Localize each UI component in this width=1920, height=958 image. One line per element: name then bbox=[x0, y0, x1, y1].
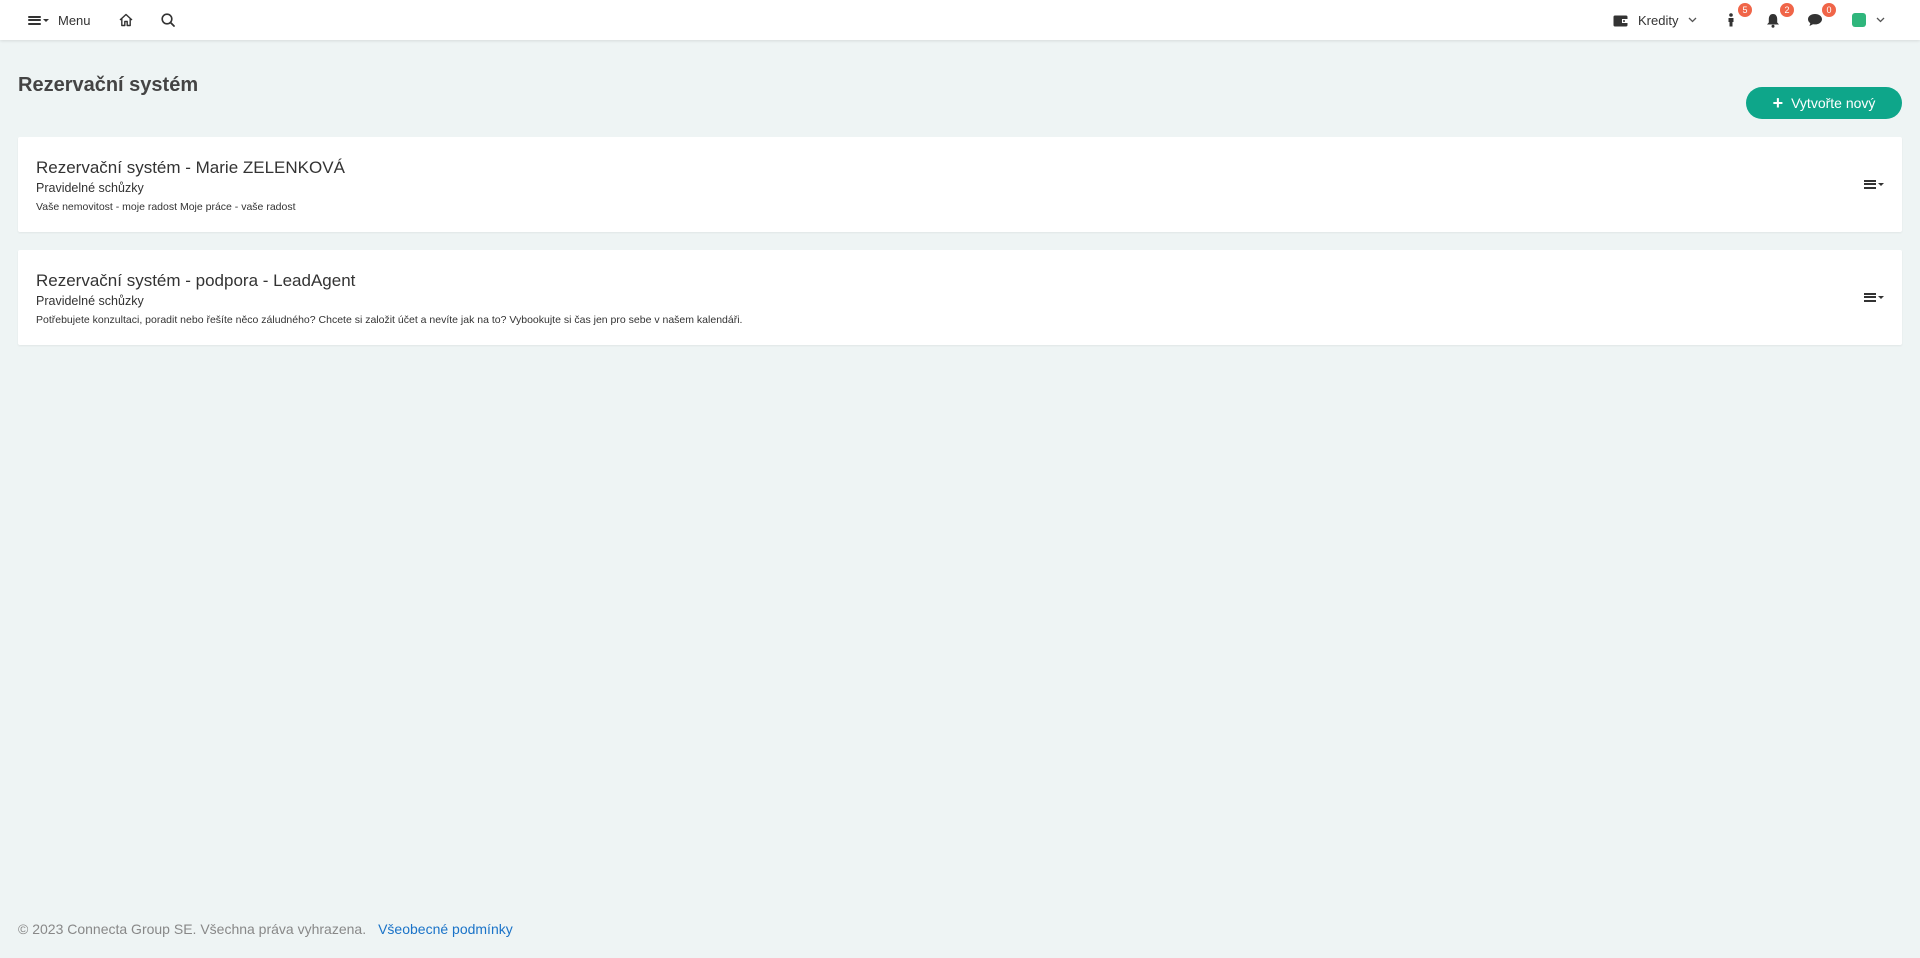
credits-label: Kredity bbox=[1638, 12, 1679, 28]
hamburger-icon bbox=[28, 15, 49, 25]
footer: © 2023 Connecta Group SE. Všechna práva … bbox=[18, 921, 513, 937]
notifications-badge: 2 bbox=[1780, 3, 1794, 17]
create-new-button[interactable]: + Vytvořte nový bbox=[1746, 87, 1902, 119]
credits-dropdown[interactable]: Kredity bbox=[1613, 10, 1697, 30]
list-menu-icon bbox=[1864, 292, 1876, 302]
bell-icon bbox=[1767, 13, 1779, 28]
page-title: Rezervační systém bbox=[18, 74, 199, 96]
messages-button[interactable]: 0 bbox=[1804, 3, 1836, 31]
chat-icon bbox=[1808, 14, 1822, 26]
create-new-label: Vytvořte nový bbox=[1791, 95, 1876, 111]
menu-button[interactable]: Menu bbox=[28, 9, 91, 31]
plus-icon: + bbox=[1772, 93, 1784, 113]
card-title[interactable]: Rezervační systém - podpora - LeadAgent bbox=[36, 271, 355, 291]
avatar bbox=[1852, 13, 1866, 27]
terms-link[interactable]: Všeobecné podmínky bbox=[378, 921, 513, 937]
messages-badge: 0 bbox=[1822, 3, 1836, 17]
top-navbar: Menu Kredity 5 2 0 bbox=[0, 0, 1920, 40]
chevron-down-icon bbox=[1689, 17, 1697, 23]
card-description: Vaše nemovitost - moje radost Moje práce… bbox=[36, 201, 296, 213]
notifications-button[interactable]: 2 bbox=[1762, 3, 1794, 31]
card-actions-menu[interactable] bbox=[1864, 290, 1884, 304]
card-title[interactable]: Rezervační systém - Marie ZELENKOVÁ bbox=[36, 158, 345, 178]
caret-down-icon bbox=[1878, 296, 1884, 299]
person-icon bbox=[1728, 13, 1734, 27]
home-button[interactable] bbox=[116, 10, 136, 30]
list-menu-icon bbox=[1864, 179, 1876, 189]
home-icon bbox=[119, 13, 133, 27]
card-actions-menu[interactable] bbox=[1864, 177, 1884, 191]
search-button[interactable] bbox=[158, 10, 178, 30]
wallet-icon bbox=[1613, 15, 1628, 26]
booking-system-card[interactable]: Rezervační systém - Marie ZELENKOVÁ Prav… bbox=[18, 137, 1902, 232]
booking-system-card[interactable]: Rezervační systém - podpora - LeadAgent … bbox=[18, 250, 1902, 345]
chevron-down-icon bbox=[1876, 17, 1885, 23]
person-notifications-button[interactable]: 5 bbox=[1720, 3, 1752, 31]
card-description: Potřebujete konzultaci, poradit nebo řeš… bbox=[36, 314, 743, 326]
user-menu[interactable] bbox=[1852, 10, 1885, 30]
copyright-text: © 2023 Connecta Group SE. Všechna práva … bbox=[18, 921, 367, 937]
card-subtitle: Pravidelné schůzky bbox=[36, 181, 144, 195]
card-subtitle: Pravidelné schůzky bbox=[36, 294, 144, 308]
person-badge: 5 bbox=[1738, 3, 1752, 17]
caret-down-icon bbox=[1878, 183, 1884, 186]
search-icon bbox=[161, 13, 175, 27]
menu-label: Menu bbox=[58, 12, 91, 28]
